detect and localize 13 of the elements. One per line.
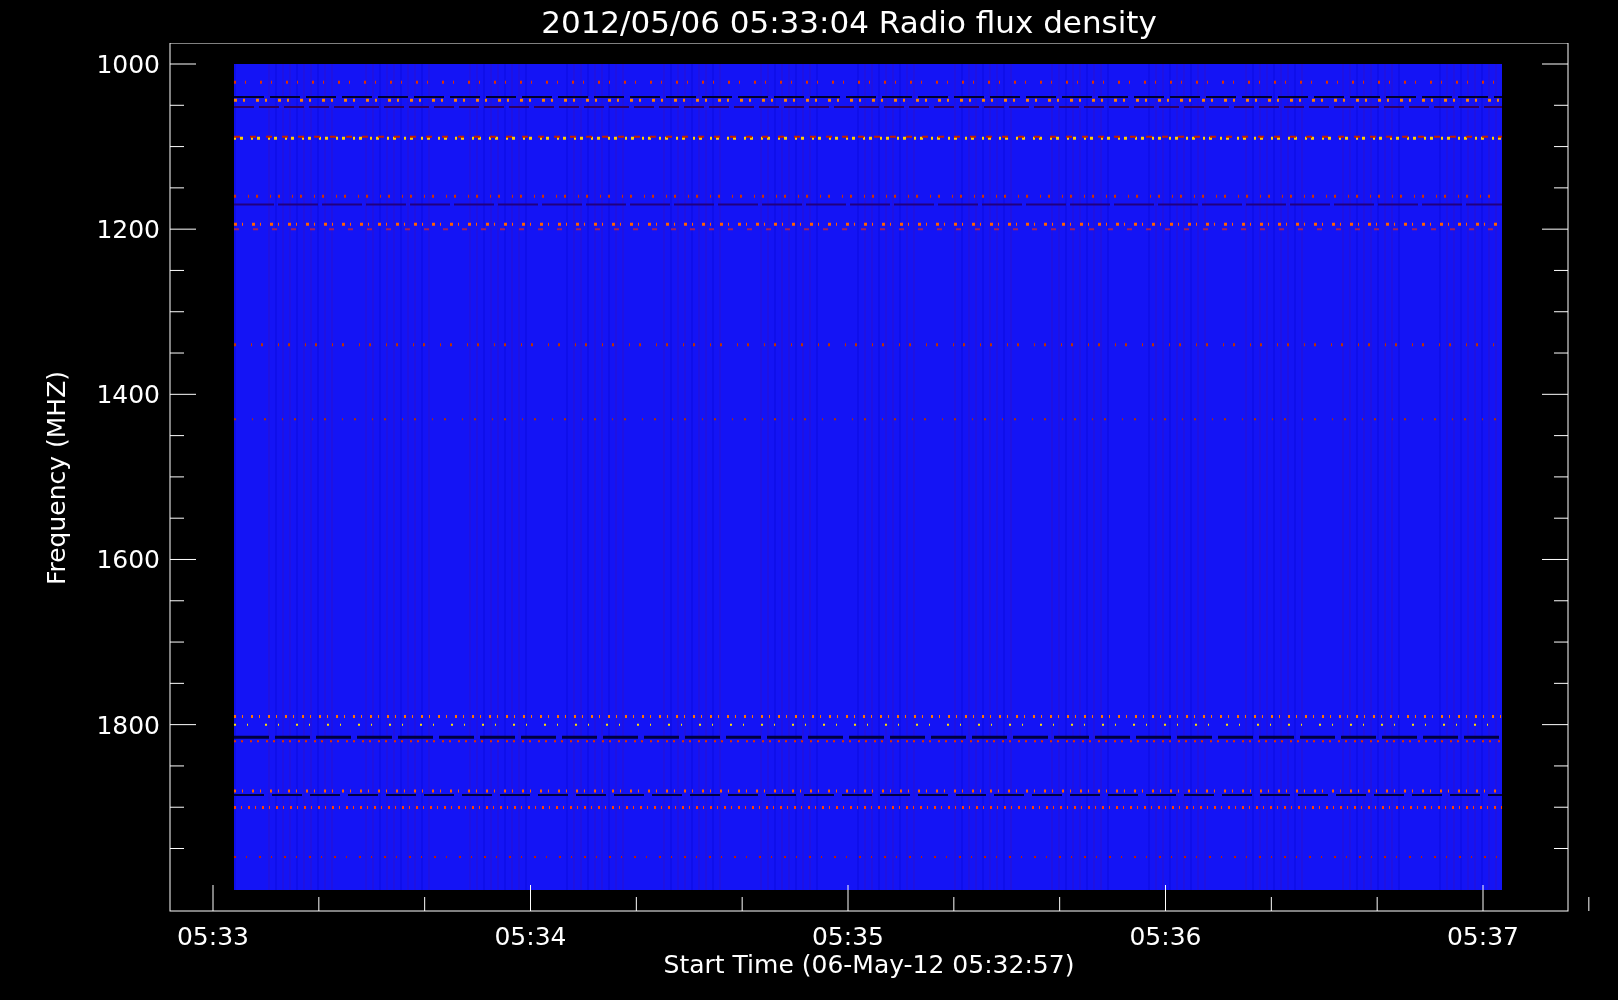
y-tick-label: 1800	[96, 710, 160, 740]
x-axis-label: Start Time (06-May-12 05:32:57)	[663, 950, 1075, 979]
x-tick-label: 05:37	[1447, 922, 1519, 951]
y-tick-label: 1400	[96, 380, 160, 410]
x-tick-label: 05:33	[177, 922, 249, 951]
chart-title: 2012/05/06 05:33:04 Radio flux density	[540, 2, 1158, 42]
x-tick-label: 05:34	[494, 922, 567, 951]
x-tick-label: 05:36	[1129, 922, 1202, 951]
x-tick-label: 05:35	[812, 922, 884, 951]
y-axis-label: Frequency (MHZ)	[42, 370, 71, 586]
y-tick-label: 1200	[96, 215, 160, 245]
y-tick-label: 1600	[96, 545, 160, 575]
y-tick-label: 1000	[96, 50, 160, 79]
